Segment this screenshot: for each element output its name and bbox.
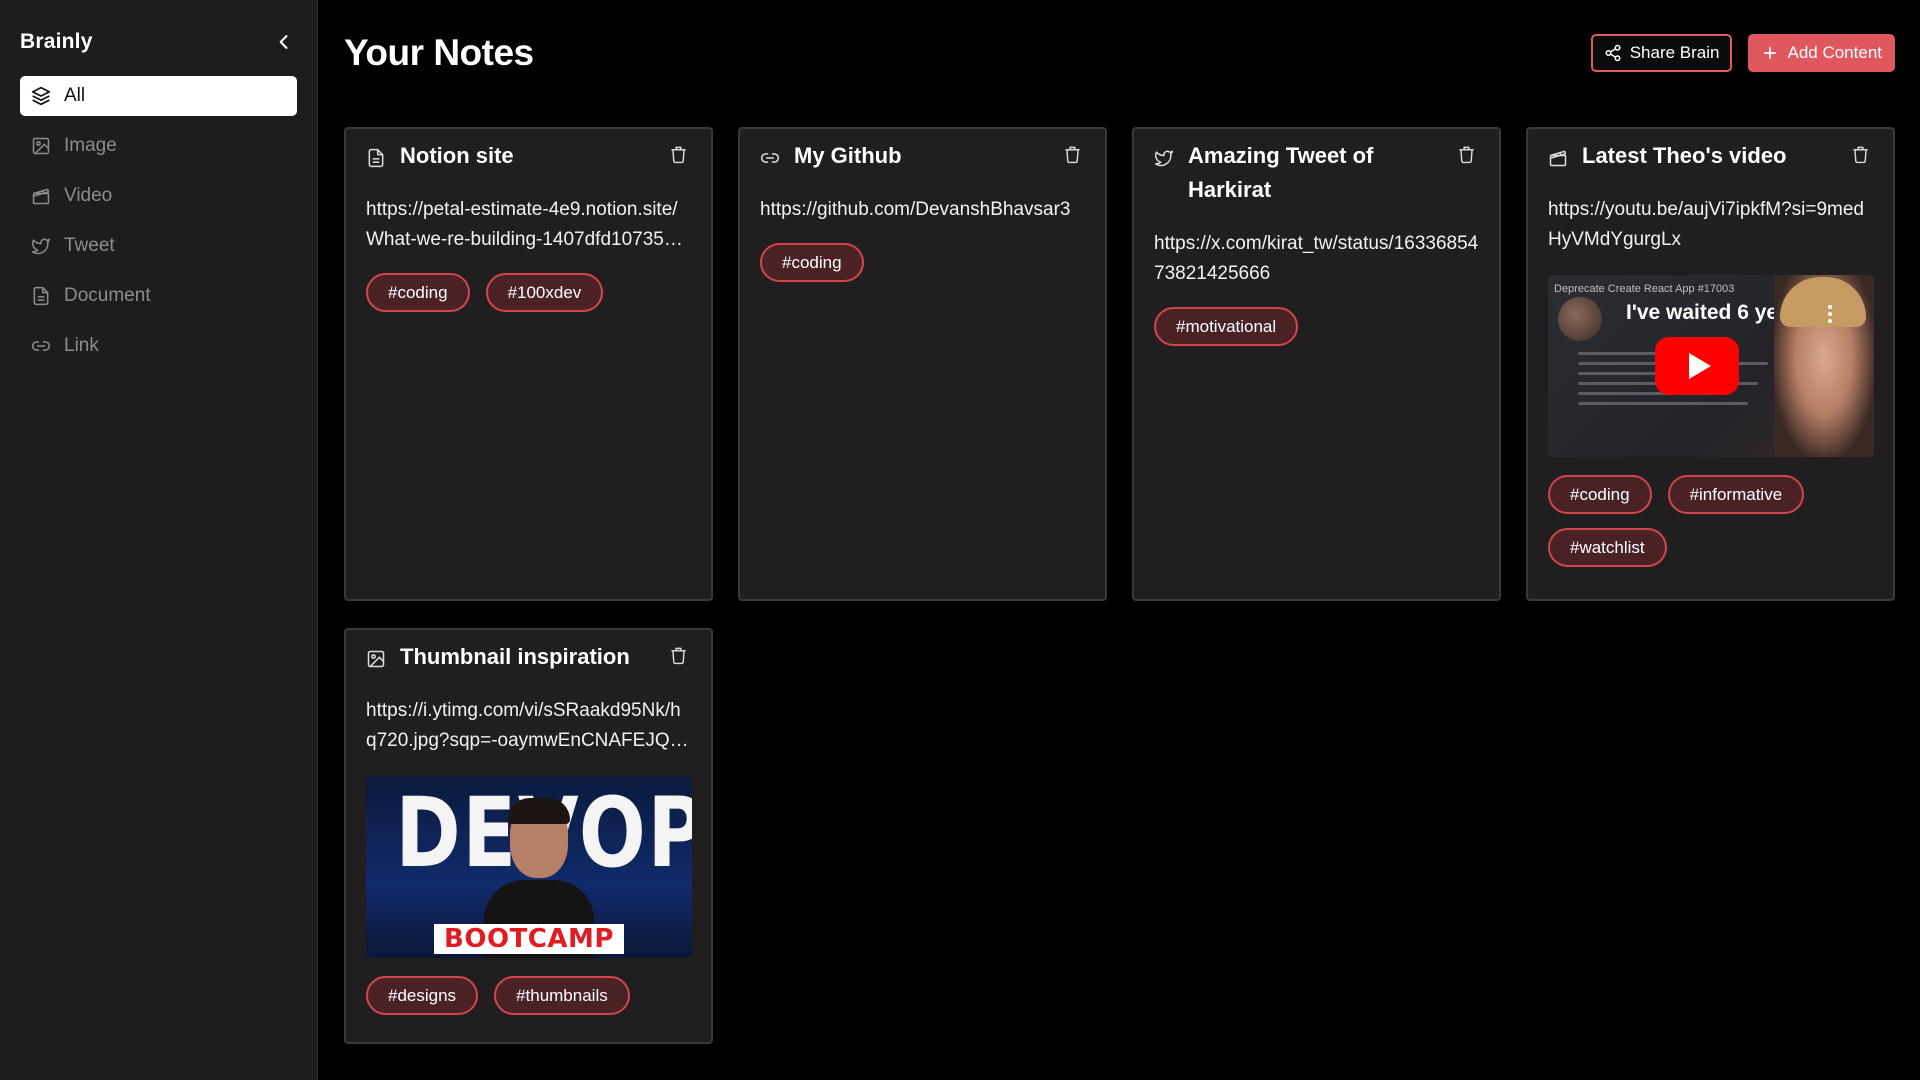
notes-grid: Notion site https://petal-estimate-4e9.n… [344, 127, 1895, 1044]
card-title: My Github [794, 143, 902, 168]
sidebar-item-all[interactable]: All [20, 76, 297, 116]
collapse-sidebar-button[interactable] [271, 29, 297, 55]
sidebar-item-link[interactable]: Link [20, 326, 297, 366]
tag[interactable]: #coding [366, 273, 470, 312]
delete-button[interactable] [669, 145, 691, 167]
delete-button[interactable] [669, 646, 691, 668]
note-card: Thumbnail inspiration https://i.ytimg.co… [344, 628, 713, 1044]
link-icon [760, 148, 782, 170]
more-options-icon[interactable] [1828, 305, 1832, 323]
trash-icon [1065, 146, 1080, 164]
app-root: Brainly All Image Video Tweet Document L… [0, 0, 1920, 1080]
video-title-overlay: I've waited 6 ye... [1626, 301, 1796, 324]
sidebar-item-image[interactable]: Image [20, 126, 297, 166]
card-title: Notion site [400, 143, 514, 168]
delete-button[interactable] [1063, 145, 1085, 167]
trash-icon [1853, 146, 1868, 164]
document-icon [366, 148, 388, 170]
sidebar-item-document[interactable]: Document [20, 276, 297, 316]
video-icon [30, 185, 52, 207]
card-link[interactable]: https://youtu.be/aujVi7ipkfM?si=9medHyVM… [1548, 195, 1873, 255]
thumbnail-banner: BOOTCAMP [434, 924, 624, 954]
card-title: Thumbnail inspiration [400, 644, 630, 669]
video-icon [1548, 148, 1570, 170]
tag[interactable]: #motivational [1154, 307, 1299, 346]
sidebar-item-label: All [64, 85, 86, 106]
plus-icon [1764, 46, 1777, 59]
card-title: Amazing Tweet of Harkirat [1188, 143, 1374, 202]
add-content-button[interactable]: Add Content [1748, 33, 1895, 72]
tag-list: #motivational [1154, 307, 1479, 346]
card-header: Latest Theo's video [1548, 143, 1873, 173]
avatar [1558, 297, 1602, 341]
video-channel-text: Deprecate Create React App #17003 [1554, 283, 1735, 295]
share-brain-button[interactable]: Share Brain [1590, 33, 1733, 72]
tag[interactable]: #coding [760, 243, 864, 282]
link-icon [30, 335, 52, 357]
share-brain-label: Share Brain [1629, 42, 1720, 62]
brand-logo-text: Brainly [20, 30, 93, 53]
tag[interactable]: #watchlist [1548, 528, 1667, 567]
youtube-embed[interactable]: Deprecate Create React App #17003 I've w… [1548, 275, 1874, 457]
header-actions: Share Brain Add Content [1590, 33, 1895, 72]
tag[interactable]: #designs [366, 976, 479, 1015]
tag-list: #coding #informative #watchlist [1548, 475, 1873, 567]
note-card: Notion site https://petal-estimate-4e9.n… [344, 127, 713, 601]
delete-button[interactable] [1457, 145, 1479, 167]
page-title: Your Notes [344, 31, 534, 73]
note-card: My Github https://github.com/DevanshBhav… [738, 127, 1107, 601]
chevron-left-icon [279, 35, 288, 49]
card-link[interactable]: https://i.ytimg.com/vi/sSRaakd95Nk/hq720… [366, 696, 691, 756]
tag[interactable]: #100xdev [485, 273, 604, 312]
share-icon [1605, 44, 1621, 61]
topbar: Your Notes Share Brain Add Content [344, 30, 1895, 75]
main-content: Your Notes Share Brain Add Content Notio… [318, 0, 1920, 1080]
delete-button[interactable] [1851, 145, 1873, 167]
tag[interactable]: #thumbnails [494, 976, 630, 1015]
tag[interactable]: #informative [1667, 475, 1805, 514]
trash-icon [1459, 146, 1474, 164]
card-header: Notion site [366, 143, 691, 173]
trash-icon [671, 146, 686, 164]
twitter-icon [1154, 148, 1176, 170]
tag-list: #coding #100xdev [366, 273, 691, 312]
card-link[interactable]: https://github.com/DevanshBhavsar3 [760, 195, 1085, 225]
add-content-label: Add Content [1787, 42, 1882, 62]
sidebar-header: Brainly [20, 26, 297, 58]
sidebar: Brainly All Image Video Tweet Document L… [0, 0, 318, 1080]
card-title: Latest Theo's video [1582, 143, 1787, 168]
tag-list: #coding [760, 243, 1085, 282]
tag-list: #designs #thumbnails [366, 976, 691, 1015]
note-card: Latest Theo's video https://youtu.be/auj… [1526, 127, 1895, 601]
thumbnail-image: DEVOPS BOOTCAMP [366, 776, 692, 958]
layers-icon [30, 85, 52, 107]
card-link[interactable]: https://x.com/kirat_tw/status/1633685473… [1154, 229, 1479, 289]
card-link[interactable]: https://petal-estimate-4e9.notion.site/W… [366, 195, 691, 255]
sidebar-item-label: Tweet [64, 235, 115, 256]
note-card: Amazing Tweet of Harkirat https://x.com/… [1132, 127, 1501, 601]
play-button-icon[interactable] [1655, 337, 1739, 395]
image-icon [366, 649, 388, 671]
sidebar-item-video[interactable]: Video [20, 176, 297, 216]
card-header: Thumbnail inspiration [366, 644, 691, 674]
sidebar-item-label: Video [64, 185, 113, 206]
card-header: Amazing Tweet of Harkirat [1154, 143, 1479, 207]
twitter-icon [30, 235, 52, 257]
document-icon [30, 285, 52, 307]
trash-icon [671, 647, 686, 665]
card-header: My Github [760, 143, 1085, 173]
sidebar-item-label: Image [64, 135, 117, 156]
sidebar-item-tweet[interactable]: Tweet [20, 226, 297, 266]
sidebar-item-label: Document [64, 285, 151, 306]
tag[interactable]: #coding [1548, 475, 1652, 514]
sidebar-item-label: Link [64, 335, 99, 356]
image-icon [30, 135, 52, 157]
